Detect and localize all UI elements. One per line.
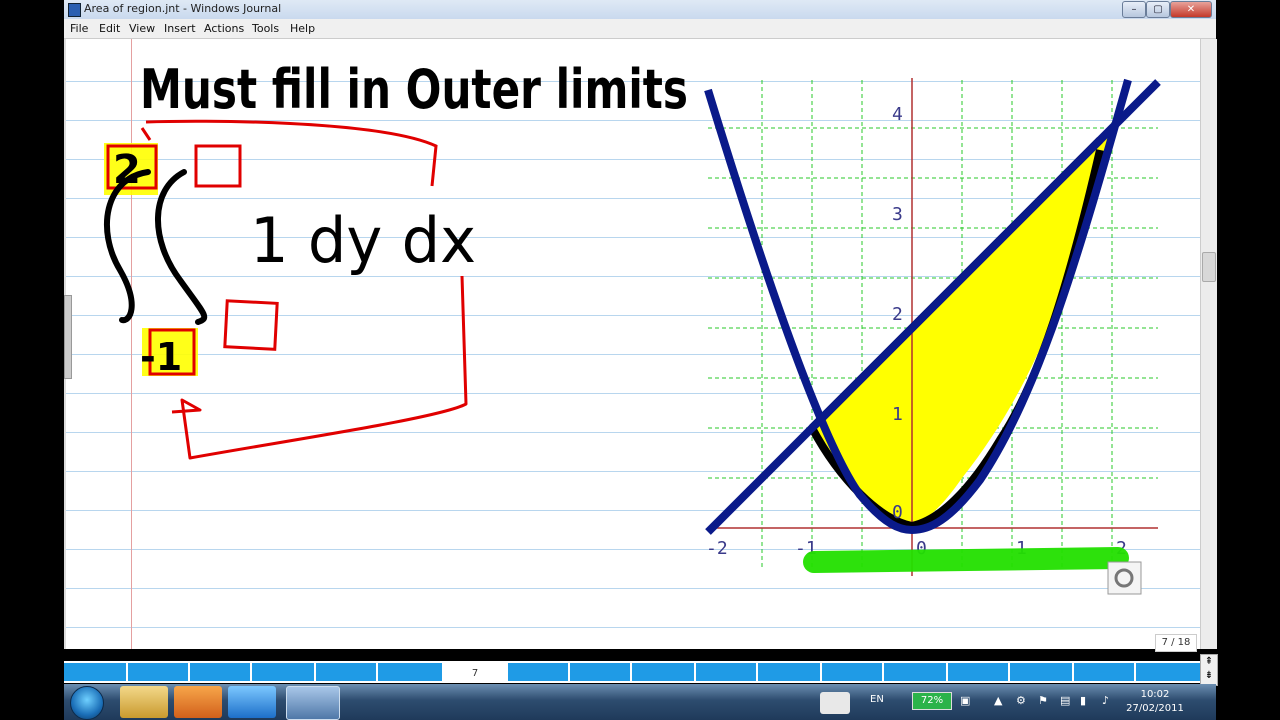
- page-tab[interactable]: [316, 663, 378, 681]
- menu-help[interactable]: Help: [290, 22, 315, 35]
- integral-sign-inner: [155, 169, 208, 325]
- window-title: Area of region.jnt - Windows Journal: [84, 2, 282, 15]
- volume-icon[interactable]: ♪: [1102, 694, 1109, 707]
- pen-tool-icon[interactable]: [1107, 561, 1142, 595]
- menu-edit[interactable]: Edit: [99, 22, 120, 35]
- y-tick-label: 2: [892, 304, 903, 325]
- minimize-button[interactable]: –: [1122, 1, 1146, 18]
- scrollbar-thumb[interactable]: [1202, 252, 1216, 282]
- language-indicator[interactable]: EN: [870, 694, 884, 705]
- page-tab[interactable]: [696, 663, 758, 681]
- maximize-button[interactable]: ▢: [1146, 1, 1170, 18]
- page-tab[interactable]: [1136, 663, 1202, 681]
- y-tick-label: 1: [892, 404, 903, 425]
- media-player-taskbar-icon[interactable]: [174, 686, 222, 718]
- windows-journal-taskbar-icon[interactable]: [286, 686, 340, 720]
- handwriting-canvas: Must fill in Outer limits 2 1 dy dx -1 -…: [104, 58, 1161, 595]
- battery-indicator[interactable]: 72%: [912, 692, 952, 710]
- red-arrow-bottom: [171, 275, 468, 460]
- clock-time: 10:02: [1140, 689, 1170, 700]
- page-tab[interactable]: [378, 663, 444, 681]
- page-tab[interactable]: [64, 663, 128, 681]
- page-tab[interactable]: [508, 663, 570, 681]
- menu-actions[interactable]: Actions: [204, 22, 244, 35]
- power-icon[interactable]: ▣: [960, 694, 970, 707]
- wifi-signal-icon[interactable]: ▮: [1080, 694, 1086, 707]
- y-tick-label: 4: [892, 104, 903, 125]
- page-tab-strip: 7: [64, 661, 1202, 683]
- page-tab[interactable]: [948, 663, 1010, 681]
- page-tab[interactable]: [1010, 663, 1074, 681]
- heading-ink: Must fill in Outer limits: [140, 58, 688, 121]
- red-arrow-top: [140, 119, 438, 187]
- windows-taskbar: EN 72% ▣ ▲ ⚙ ⚑ ▤ ▮ ♪ 10:02 27/02/2011: [64, 684, 1216, 720]
- page-tab[interactable]: [190, 663, 252, 681]
- y-tick-label: 3: [892, 204, 903, 225]
- show-hidden-icons-icon[interactable]: ▲: [994, 694, 1002, 707]
- menu-bar: File Edit View Insert Actions Tools Help: [64, 19, 1216, 39]
- start-button[interactable]: [70, 686, 104, 720]
- journal-page[interactable]: Must fill in Outer limits 2 1 dy dx -1 -…: [66, 39, 1200, 649]
- y-tick-label: 0: [892, 502, 903, 523]
- internet-explorer-taskbar-icon[interactable]: [228, 686, 276, 718]
- vertical-scrollbar[interactable]: [1200, 39, 1217, 649]
- menu-file[interactable]: File: [70, 22, 88, 35]
- integrand-ink: 1 dy dx: [250, 204, 476, 277]
- lower-limit-ink: -1: [140, 335, 182, 379]
- menu-tools[interactable]: Tools: [252, 22, 279, 35]
- left-pane-handle[interactable]: [64, 295, 72, 379]
- page-counter: 7 / 18: [1155, 634, 1197, 652]
- page-tab[interactable]: [252, 663, 316, 681]
- page-tab[interactable]: [758, 663, 822, 681]
- current-page-tab[interactable]: 7: [444, 663, 506, 681]
- inner-upper-box: [194, 144, 242, 188]
- page-tab[interactable]: [1074, 663, 1136, 681]
- network-tray-icon[interactable]: ⚙: [1016, 694, 1026, 707]
- page-tab[interactable]: [570, 663, 632, 681]
- page-tab[interactable]: [128, 663, 190, 681]
- green-highlight: [803, 547, 1129, 573]
- x-tick-label: -2: [706, 538, 728, 559]
- journal-app-icon[interactable]: [68, 3, 81, 17]
- page-nav-arrows-icon[interactable]: ⇞ ⇟: [1200, 654, 1218, 686]
- page-tab[interactable]: [884, 663, 948, 681]
- clock-date: 27/02/2011: [1126, 703, 1184, 714]
- explorer-taskbar-icon[interactable]: [120, 686, 168, 718]
- title-bar: Area of region.jnt - Windows Journal – ▢…: [64, 0, 1216, 20]
- page-tab[interactable]: [632, 663, 696, 681]
- input-panel-icon[interactable]: [820, 692, 850, 714]
- taskbar-clock[interactable]: 10:02 27/02/2011: [1120, 688, 1190, 716]
- page-tab[interactable]: [822, 663, 884, 681]
- menu-insert[interactable]: Insert: [164, 22, 196, 35]
- menu-view[interactable]: View: [129, 22, 155, 35]
- action-center-icon[interactable]: ⚑: [1038, 694, 1048, 707]
- device-tray-icon[interactable]: ▤: [1060, 694, 1070, 707]
- inner-lower-box: [223, 299, 279, 351]
- close-button[interactable]: ✕: [1170, 1, 1212, 18]
